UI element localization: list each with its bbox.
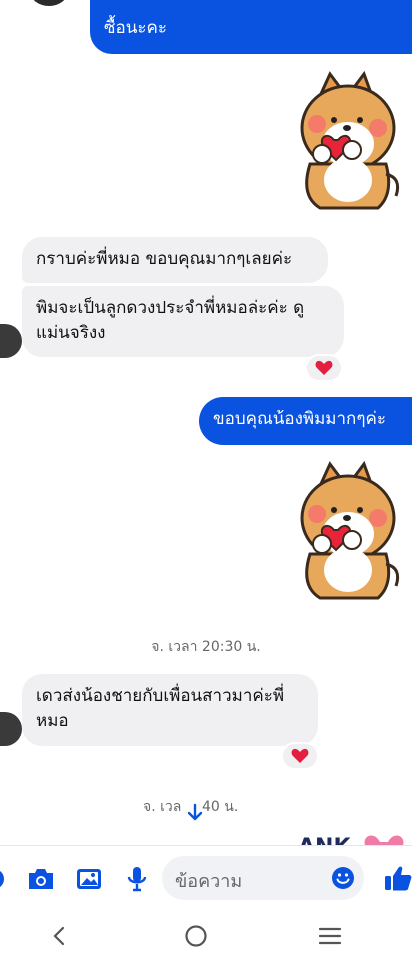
message-text: ขอบคุณน้องพิมมากๆค่ะ bbox=[213, 409, 386, 429]
voice-button[interactable] bbox=[122, 864, 152, 894]
reaction-badge[interactable] bbox=[307, 356, 341, 380]
back-icon bbox=[53, 926, 65, 946]
avatar[interactable] bbox=[0, 712, 22, 746]
more-icon bbox=[0, 871, 4, 887]
avatar[interactable] bbox=[30, 0, 68, 6]
message-bubble-incoming[interactable]: กราบค่ะพี่หมอ ขอบคุณมากๆเลยค่ะ bbox=[22, 237, 328, 283]
back-button[interactable] bbox=[44, 922, 74, 950]
message-bubble-incoming[interactable]: พิมจะเป็นลูกดวงประจำพี่หมอล่ะค่ะ ดู แม่น… bbox=[22, 286, 344, 357]
timestamp-text: จ. เวลา 20:30 น. bbox=[151, 639, 261, 655]
more-button[interactable] bbox=[0, 864, 10, 894]
composer-divider bbox=[0, 845, 412, 846]
mic-icon bbox=[127, 867, 147, 892]
thank-sticker-icon: ANK bbox=[298, 835, 404, 846]
like-icon bbox=[385, 866, 412, 891]
camera-button[interactable] bbox=[26, 864, 56, 894]
gallery-button[interactable] bbox=[74, 864, 104, 894]
message-text: แม่นจริงง bbox=[36, 323, 106, 343]
sticker-shiba-heart[interactable] bbox=[290, 66, 402, 216]
home-button[interactable] bbox=[180, 920, 212, 952]
sticker-shiba-heart[interactable] bbox=[290, 456, 402, 606]
avatar[interactable] bbox=[0, 324, 22, 358]
sticker-thank-partial[interactable]: ANK bbox=[296, 828, 412, 846]
recents-icon bbox=[318, 927, 342, 945]
timestamp-text: จ. เวล bbox=[143, 799, 182, 815]
timestamp: จ. เวล bbox=[143, 796, 181, 818]
message-text: พิมจะเป็นลูกดวงประจำพี่หมอล่ะค่ะ ดู bbox=[36, 298, 305, 318]
timestamp: จ. เวลา 20:30 น. bbox=[0, 636, 412, 658]
scroll-down-button[interactable] bbox=[180, 800, 210, 826]
shiba-sticker-icon bbox=[300, 70, 400, 210]
message-text: เดวส่งน้องชายกับเพื่อนสาวมาค่ะพี่ bbox=[36, 686, 285, 706]
message-bubble-outgoing[interactable]: ขอบคุณน้องพิมมากๆค่ะ bbox=[199, 397, 412, 445]
message-text: กราบค่ะพี่หมอ ขอบคุณมากๆเลยค่ะ bbox=[36, 249, 293, 269]
heart-icon bbox=[291, 748, 309, 763]
recents-button[interactable] bbox=[314, 922, 346, 950]
message-text: ซื้อนะคะ bbox=[104, 18, 168, 38]
shiba-sticker-icon bbox=[300, 460, 400, 600]
heart-icon bbox=[315, 360, 333, 375]
like-button[interactable] bbox=[384, 862, 412, 894]
message-input-placeholder: ข้อความ bbox=[175, 871, 243, 892]
emoji-button[interactable] bbox=[329, 864, 357, 892]
home-icon bbox=[185, 925, 207, 947]
image-icon bbox=[77, 869, 101, 889]
message-text: หมอ bbox=[36, 711, 69, 731]
camera-icon bbox=[29, 869, 53, 889]
emoji-icon bbox=[332, 867, 354, 889]
message-bubble-outgoing[interactable]: ซื้อนะคะ bbox=[90, 0, 412, 54]
scroll-down-icon bbox=[187, 803, 203, 821]
message-bubble-incoming[interactable]: เดวส่งน้องชายกับเพื่อนสาวมาค่ะพี่ หมอ bbox=[22, 674, 318, 746]
reaction-badge[interactable] bbox=[283, 744, 317, 768]
